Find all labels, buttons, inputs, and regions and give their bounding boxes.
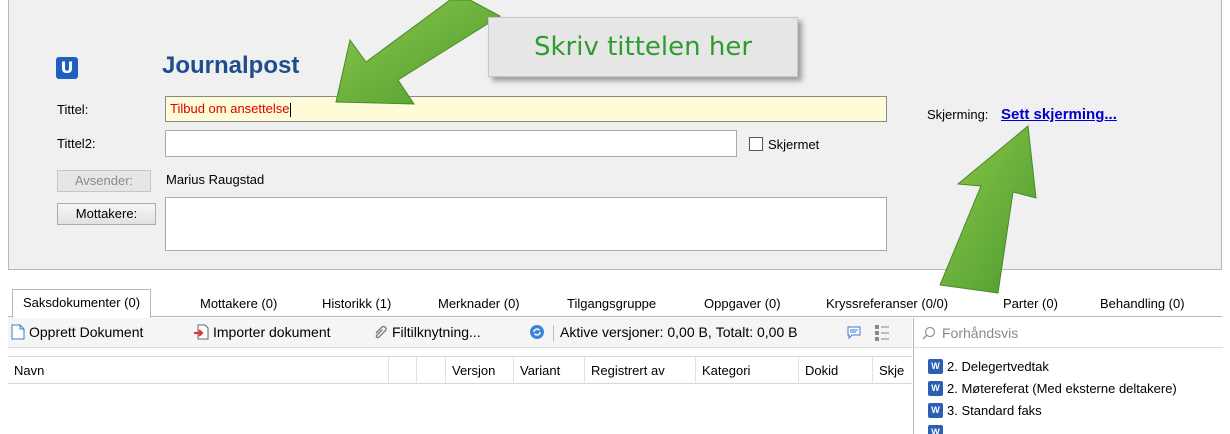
arrow-to-title-icon — [335, 0, 501, 105]
arrow-to-skjerming-icon — [939, 125, 1037, 294]
instruction-callout: Skriv tittelen her — [488, 17, 798, 77]
